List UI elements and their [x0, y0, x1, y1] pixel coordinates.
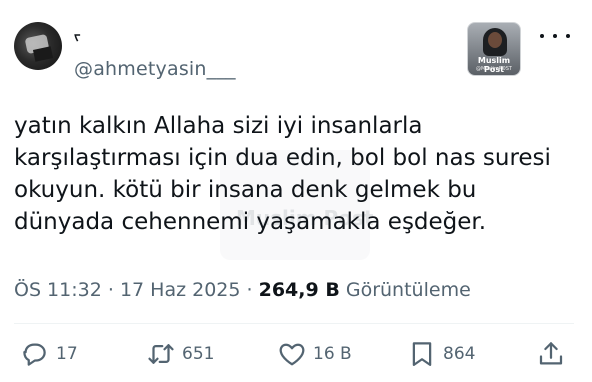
tweet-time[interactable]: ÖS 11:32 — [14, 279, 102, 301]
share-icon — [539, 342, 563, 365]
tweet-line: okuyun. kötü bir insana denk gelmek bu — [14, 177, 477, 203]
reply-icon — [23, 343, 46, 366]
views-count[interactable]: 264,9 B — [259, 279, 340, 301]
retweet-button[interactable]: 651 — [146, 338, 214, 370]
reply-count: 17 — [56, 344, 78, 364]
retweet-icon — [148, 344, 174, 364]
views-label: Görüntüleme — [345, 279, 471, 301]
retweet-count: 651 — [182, 344, 215, 364]
tweet-meta: ÖS 11:32 · 17 Haz 2025 · 264,9 B Görüntü… — [14, 279, 471, 301]
more-dot — [553, 34, 557, 38]
tweet-line: dünyada cehennemi yaşamakla eşdeğer. — [14, 209, 487, 235]
meta-separator: · — [107, 279, 114, 301]
bookmark-icon — [412, 342, 432, 366]
tweet-text: yatın kalkın Allaha sizi iyi insanlarla … — [14, 110, 574, 238]
logo-subtitle: @MuslimPOST — [476, 66, 512, 72]
reply-button[interactable]: 17 — [20, 338, 78, 370]
display-name[interactable]: ᡕ — [74, 30, 80, 44]
divider — [14, 323, 574, 324]
tweet-date[interactable]: 17 Haz 2025 — [120, 279, 241, 301]
avatar-shadow — [32, 46, 54, 62]
like-button[interactable]: 16 B — [277, 338, 352, 370]
logo-face — [488, 32, 502, 48]
avatar[interactable] — [14, 22, 62, 70]
heart-icon — [279, 343, 305, 366]
muslim-post-logo: Muslim Post @MuslimPOST — [467, 22, 521, 76]
more-dot — [540, 34, 544, 38]
bookmark-button[interactable]: 864 — [407, 338, 475, 370]
tweet-line: yatın kalkın Allaha sizi iyi insanlarla — [14, 113, 423, 139]
like-count: 16 B — [313, 344, 352, 364]
tweet-line: karşılaştırması için dua edin, bol bol n… — [14, 145, 551, 171]
more-icon[interactable] — [540, 26, 570, 46]
tweet-card: ᡕ @ahmetyasin___ Muslim Post @MuslimPOST… — [0, 0, 592, 382]
action-bar: 17 651 16 B 864 — [0, 338, 592, 370]
share-button[interactable] — [536, 338, 566, 370]
meta-separator: · — [246, 279, 253, 301]
bookmark-count: 864 — [443, 344, 476, 364]
more-dot — [566, 34, 570, 38]
username-handle[interactable]: @ahmetyasin___ — [74, 58, 236, 80]
